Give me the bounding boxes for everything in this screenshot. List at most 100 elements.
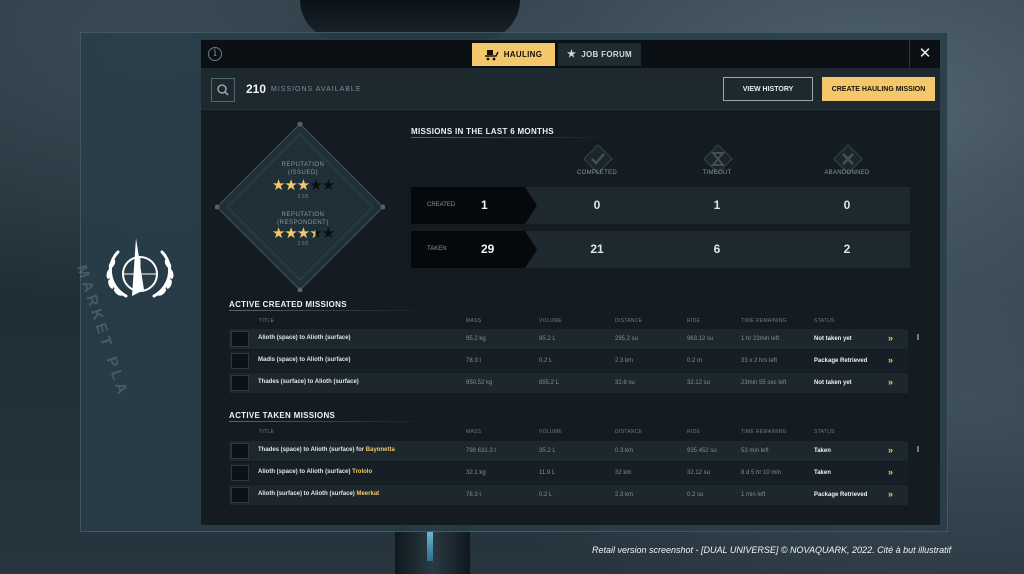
table-row[interactable]: Thades (surface) to Alioth (surface) 950… — [229, 373, 908, 393]
missions-count-label: MISSIONS AVAILABLE — [271, 86, 362, 93]
chevron-right-icon[interactable]: » — [888, 377, 893, 387]
mission-time-remaining: 1 min left — [741, 492, 766, 498]
scrollbar[interactable] — [917, 446, 919, 452]
chevron-right-icon[interactable]: » — [888, 467, 893, 477]
mission-title: Thades (surface) to Alioth (surface) — [258, 379, 359, 385]
mission-status: Package Retrieved — [814, 492, 868, 498]
col-mass: MASS — [466, 429, 482, 435]
background-pod — [395, 525, 470, 574]
stats-row-total: 29 — [481, 242, 495, 256]
col-time-remaining: TIME REMAINING — [741, 318, 787, 324]
table-row[interactable]: Alioth (surface) to Alioth (surface) Mee… — [229, 485, 908, 505]
col-status: STATUS — [814, 318, 835, 324]
tab-hauling-label: HAULING — [503, 50, 543, 59]
united-terran-emblem-icon — [106, 238, 174, 298]
chevron-right-icon[interactable]: » — [888, 489, 893, 499]
tab-hauling[interactable]: HAULING — [472, 43, 555, 66]
table-row[interactable]: Alioth (space) to Alioth (surface) 95.2 … — [229, 329, 908, 349]
mission-distance: 32.6 su — [615, 380, 635, 386]
mission-distance: 32 km — [615, 470, 632, 476]
search-button[interactable] — [211, 78, 235, 102]
star-icon: ★ — [321, 177, 335, 194]
mission-mass: 32.1 kg — [466, 470, 486, 476]
star-icon: ★ — [296, 225, 310, 242]
stats-row-taken: TAKEN 29 21 6 2 — [411, 231, 910, 268]
tab-job-forum[interactable]: ★ JOB FORUM — [558, 43, 641, 66]
reputation-diamond — [215, 122, 385, 292]
mission-mass: 798 631.3 t — [466, 448, 497, 454]
mission-mass: 950.52 kg — [466, 380, 493, 386]
mission-ride: 32.12 su — [687, 380, 711, 386]
reputation-issued-label: REPUTATION (ISSUED) — [281, 162, 325, 176]
scrollbar[interactable] — [917, 334, 919, 340]
search-icon — [217, 84, 229, 96]
taken-missions-title: ACTIVE TAKEN MISSIONS — [229, 411, 336, 420]
reputation-respondent-score: 3.5/5 — [297, 241, 309, 247]
info-icon[interactable]: i — [208, 47, 222, 61]
star-icon: ★ — [296, 177, 310, 194]
reputation-respondent-stars: ★★★★★ — [201, 224, 405, 242]
stats-row-label: CREATED — [427, 202, 456, 208]
cube-cart-icon — [484, 49, 499, 60]
col-volume: VOLUME — [539, 318, 562, 324]
mission-title: Alioth (space) to Alioth (surface) Trolo… — [258, 469, 373, 475]
stats-col-abandoned: ABANDONNED — [824, 170, 870, 176]
mission-title: Alioth (space) to Alioth (surface) — [258, 335, 351, 341]
package-icon — [231, 487, 249, 503]
mission-status: Not taken yet — [814, 380, 852, 386]
stats-title-underline — [411, 137, 611, 138]
toolbar: 210 MISSIONS AVAILABLE VIEW HISTORY CREA… — [201, 68, 940, 110]
close-icon: ✕ — [918, 45, 932, 62]
package-icon — [231, 443, 249, 459]
star-icon: ★ — [309, 177, 322, 194]
stats-timeout-value: 6 — [713, 242, 721, 256]
mission-ride: 0.2 m — [687, 358, 703, 364]
mission-distance: 2.3 km — [615, 492, 634, 498]
col-ride: RIDE — [687, 318, 701, 324]
chevron-right-icon[interactable]: » — [888, 445, 893, 455]
col-volume: VOLUME — [539, 429, 562, 435]
mission-mass: 78.3 t — [466, 358, 482, 364]
star-icon: ★ — [271, 177, 285, 194]
mission-time-remaining: 23min 55 sec left — [741, 380, 787, 386]
stats-abandoned-value: 2 — [843, 242, 851, 256]
table-row[interactable]: Thades (space) to Alioth (surface) for B… — [229, 441, 908, 461]
chevron-right-icon[interactable]: » — [888, 333, 893, 343]
star-half-icon: ★ — [309, 225, 322, 242]
package-icon — [231, 331, 249, 347]
star-icon: ★ — [271, 225, 285, 242]
stats-completed-value: 21 — [590, 242, 604, 256]
stats-row-label: TAKEN — [427, 246, 447, 252]
mission-status: Taken — [814, 448, 831, 454]
stats-row-created: CREATED 1 0 1 0 — [411, 187, 910, 224]
col-ride: RIDE — [687, 429, 701, 435]
col-title: TITLE — [259, 318, 275, 324]
mission-distance: 0.3 km — [615, 448, 634, 454]
created-missions-title: ACTIVE CREATED MISSIONS — [229, 300, 347, 309]
created-missions-underline — [229, 310, 429, 311]
mission-ride: 935 452 su — [687, 448, 717, 454]
mission-time-remaining: 33 x 2 hrs left — [741, 358, 778, 364]
top-bar: i HAULING ★ JOB FORUM ✕ — [201, 40, 940, 68]
mission-ride: 0.2 su — [687, 492, 704, 498]
mission-volume: 35.2 L — [539, 448, 556, 454]
table-row[interactable]: Madis (space) to Alioth (surface) 78.3 t… — [229, 351, 908, 371]
package-icon — [231, 353, 249, 369]
chevron-right-icon[interactable]: » — [888, 355, 893, 365]
stats-row-total: 1 — [481, 198, 488, 212]
hauling-panel: i HAULING ★ JOB FORUM ✕ 210 MISSIONS AVA… — [201, 40, 940, 525]
create-hauling-mission-button[interactable]: CREATE HAULING MISSION — [822, 77, 935, 101]
table-row[interactable]: Alioth (space) to Alioth (surface) Trolo… — [229, 463, 908, 483]
reputation-issued-score: 3.2/5 — [297, 194, 309, 200]
stats-timeout-value: 1 — [713, 198, 721, 212]
col-mass: MASS — [466, 318, 482, 324]
mission-volume: 11.9 L — [539, 470, 556, 476]
view-history-button[interactable]: VIEW HISTORY — [723, 77, 813, 101]
mission-title: Madis (space) to Alioth (surface) — [258, 357, 351, 363]
mission-volume: 0.2 L — [539, 492, 553, 498]
col-status: STATUS — [814, 429, 835, 435]
close-button[interactable]: ✕ — [909, 40, 940, 68]
star-icon: ★ — [284, 225, 297, 242]
mission-status: Taken — [814, 470, 831, 476]
copyright-caption: Retail version screenshot - [DUAL UNIVER… — [592, 545, 952, 555]
